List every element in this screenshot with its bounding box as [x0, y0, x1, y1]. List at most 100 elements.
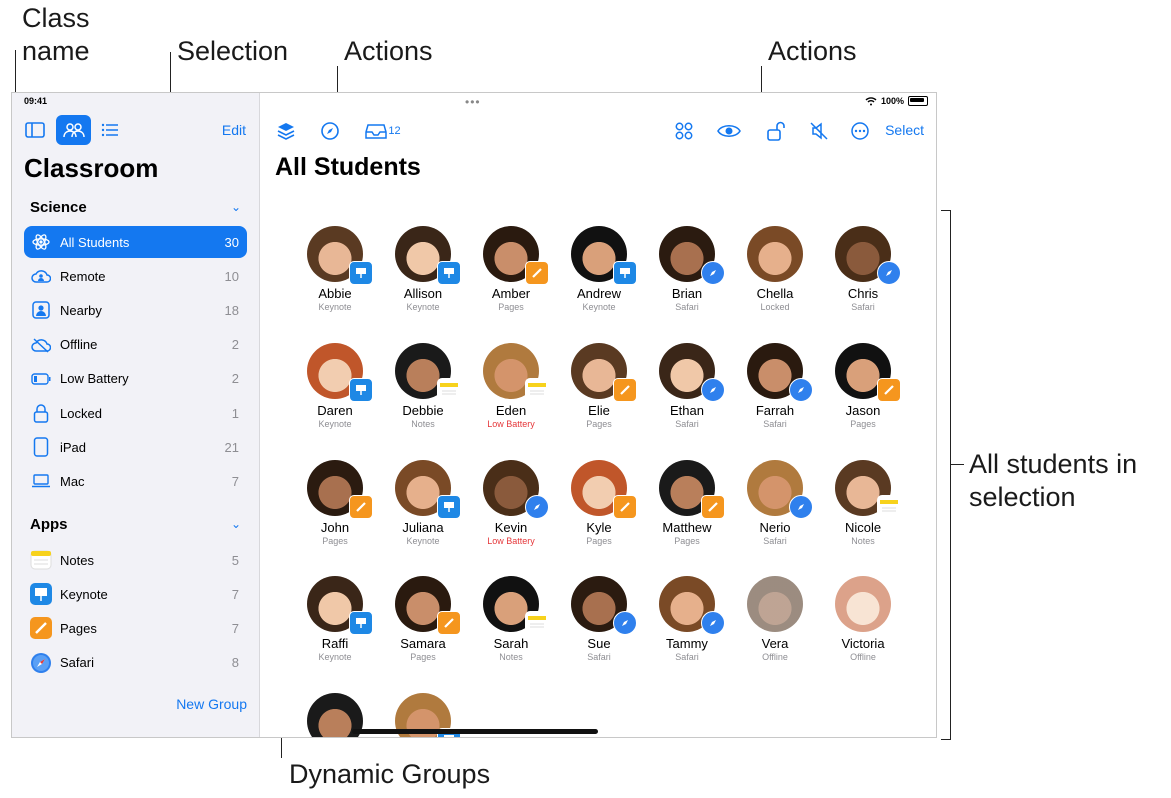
- student-tile[interactable]: Vera Offline: [731, 576, 819, 662]
- laptop-icon: [30, 470, 52, 492]
- student-name: Debbie: [402, 403, 444, 418]
- pages-icon: [613, 495, 637, 519]
- keynote-icon: [30, 583, 52, 606]
- student-status: Pages: [586, 419, 612, 429]
- student-tile[interactable]: Eden Low Battery: [467, 343, 555, 429]
- keynote-icon: [437, 261, 461, 285]
- safari-icon: [30, 652, 52, 674]
- select-button[interactable]: Select: [885, 122, 924, 138]
- student-tile[interactable]: Sue Safari: [555, 576, 643, 662]
- student-tile[interactable]: Andrew Keynote: [555, 226, 643, 312]
- callout-selection: Selection: [177, 36, 289, 66]
- layers-icon[interactable]: [275, 120, 297, 142]
- compass-icon[interactable]: [319, 120, 341, 142]
- avatar: [659, 343, 725, 402]
- status-time: 09:41: [24, 96, 48, 106]
- student-name: John: [320, 520, 350, 535]
- student-tile[interactable]: Matthew Pages: [643, 460, 731, 546]
- student-tile[interactable]: Samara Pages: [379, 576, 467, 662]
- student-tile[interactable]: Ethan Safari: [643, 343, 731, 429]
- eye-icon[interactable]: [716, 120, 742, 142]
- student-tile[interactable]: Chella Locked: [731, 226, 819, 312]
- student-tile[interactable]: Elie Pages: [555, 343, 643, 429]
- student-tile[interactable]: Tammy Safari: [643, 576, 731, 662]
- inbox-button[interactable]: 12: [363, 120, 403, 142]
- battery-icon: [908, 96, 928, 106]
- sidebar-item-count: 5: [231, 552, 239, 568]
- student-name: Brian: [671, 286, 703, 301]
- student-tile[interactable]: Raffi Keynote: [291, 576, 379, 662]
- chevron-down-icon[interactable]: ⌄: [231, 200, 241, 214]
- avatar: [483, 576, 549, 635]
- multitasking-dots[interactable]: •••: [465, 95, 481, 109]
- pages-icon: [349, 495, 373, 519]
- avatar: [307, 343, 373, 402]
- student-tile[interactable]: John Pages: [291, 460, 379, 546]
- callout-dynamic-groups: Dynamic Groups: [289, 759, 491, 789]
- mute-icon[interactable]: [808, 120, 830, 142]
- avatar: [835, 343, 901, 402]
- student-tile[interactable]: Chris Safari: [819, 226, 907, 312]
- sidebar-item-offline[interactable]: Offline 2: [24, 329, 247, 361]
- sidebar-item-count: 18: [224, 302, 239, 318]
- new-group-button[interactable]: New Group: [176, 696, 247, 712]
- safari-icon: [525, 495, 549, 519]
- notes-icon: [30, 549, 52, 571]
- more-icon[interactable]: [849, 120, 871, 142]
- home-indicator[interactable]: [352, 729, 598, 734]
- sidebar-item-keynote[interactable]: Keynote 7: [24, 578, 247, 610]
- sidebar-item-locked[interactable]: Locked 1: [24, 397, 247, 429]
- avatar: [571, 226, 637, 285]
- student-status: Pages: [410, 652, 436, 662]
- student-status: Keynote: [582, 302, 616, 312]
- sidebar-item-notes[interactable]: Notes 5: [24, 544, 247, 576]
- student-tile[interactable]: Sarah Notes: [467, 576, 555, 662]
- sidebar-item-safari[interactable]: Safari 8: [24, 647, 247, 679]
- sidebar-item-label: Mac: [60, 473, 85, 489]
- wifi-icon: [865, 96, 877, 105]
- student-tile[interactable]: Kevin Low Battery: [467, 460, 555, 546]
- student-tile[interactable]: Allison Keynote: [379, 226, 467, 312]
- student-tile[interactable]: Daren Keynote: [291, 343, 379, 429]
- student-tile[interactable]: Farrah Safari: [731, 343, 819, 429]
- student-status: Keynote: [406, 536, 440, 546]
- sidebar-item-ipad[interactable]: iPad 21: [24, 431, 247, 463]
- student-tile[interactable]: Nicole Notes: [819, 460, 907, 546]
- avatar: [659, 576, 725, 635]
- student-tile[interactable]: Juliana Keynote: [379, 460, 467, 546]
- lock-icon: [30, 402, 52, 424]
- sidebar-toggle-icon[interactable]: [24, 115, 46, 145]
- sidebar-item-all-students[interactable]: All Students 30: [24, 226, 247, 258]
- student-status: Safari: [675, 652, 699, 662]
- people-view-button[interactable]: [56, 115, 91, 145]
- sidebar-item-remote[interactable]: Remote 10: [24, 260, 247, 292]
- pages-icon: [30, 617, 52, 640]
- avatar: [307, 226, 373, 285]
- sidebar-item-mac[interactable]: Mac 7: [24, 465, 247, 497]
- student-tile[interactable]: Debbie Notes: [379, 343, 467, 429]
- chevron-down-icon[interactable]: ⌄: [231, 517, 241, 531]
- sidebar-item-low-battery[interactable]: Low Battery 2: [24, 363, 247, 395]
- student-tile[interactable]: Abbie Keynote: [291, 226, 379, 312]
- edit-button[interactable]: Edit: [222, 122, 246, 138]
- apps-grid-icon[interactable]: [673, 120, 695, 142]
- notes-icon: [525, 378, 549, 402]
- student-tile[interactable]: Jason Pages: [819, 343, 907, 429]
- sidebar-item-count: 10: [224, 268, 239, 284]
- student-tile[interactable]: Amber Pages: [467, 226, 555, 312]
- student-tile[interactable]: Nerio Safari: [731, 460, 819, 546]
- sidebar-item-label: Locked: [60, 405, 102, 421]
- student-tile[interactable]: Victoria Offline: [819, 576, 907, 662]
- apps-section-title[interactable]: Apps: [30, 516, 68, 533]
- class-name[interactable]: Science: [30, 199, 87, 216]
- sidebar-item-nearby[interactable]: Nearby 18: [24, 294, 247, 326]
- student-tile[interactable]: Kyle Pages: [555, 460, 643, 546]
- ipad-screen: 09:41 Edit Classroom Science ⌄ All Stude…: [11, 92, 937, 738]
- student-name: Chella: [756, 286, 794, 301]
- sidebar-item-count: 7: [231, 620, 239, 636]
- unlock-icon[interactable]: [765, 120, 787, 142]
- pages-icon: [877, 378, 901, 402]
- sidebar-item-pages[interactable]: Pages 7: [24, 612, 247, 644]
- student-tile[interactable]: Brian Safari: [643, 226, 731, 312]
- list-view-button[interactable]: [98, 115, 122, 145]
